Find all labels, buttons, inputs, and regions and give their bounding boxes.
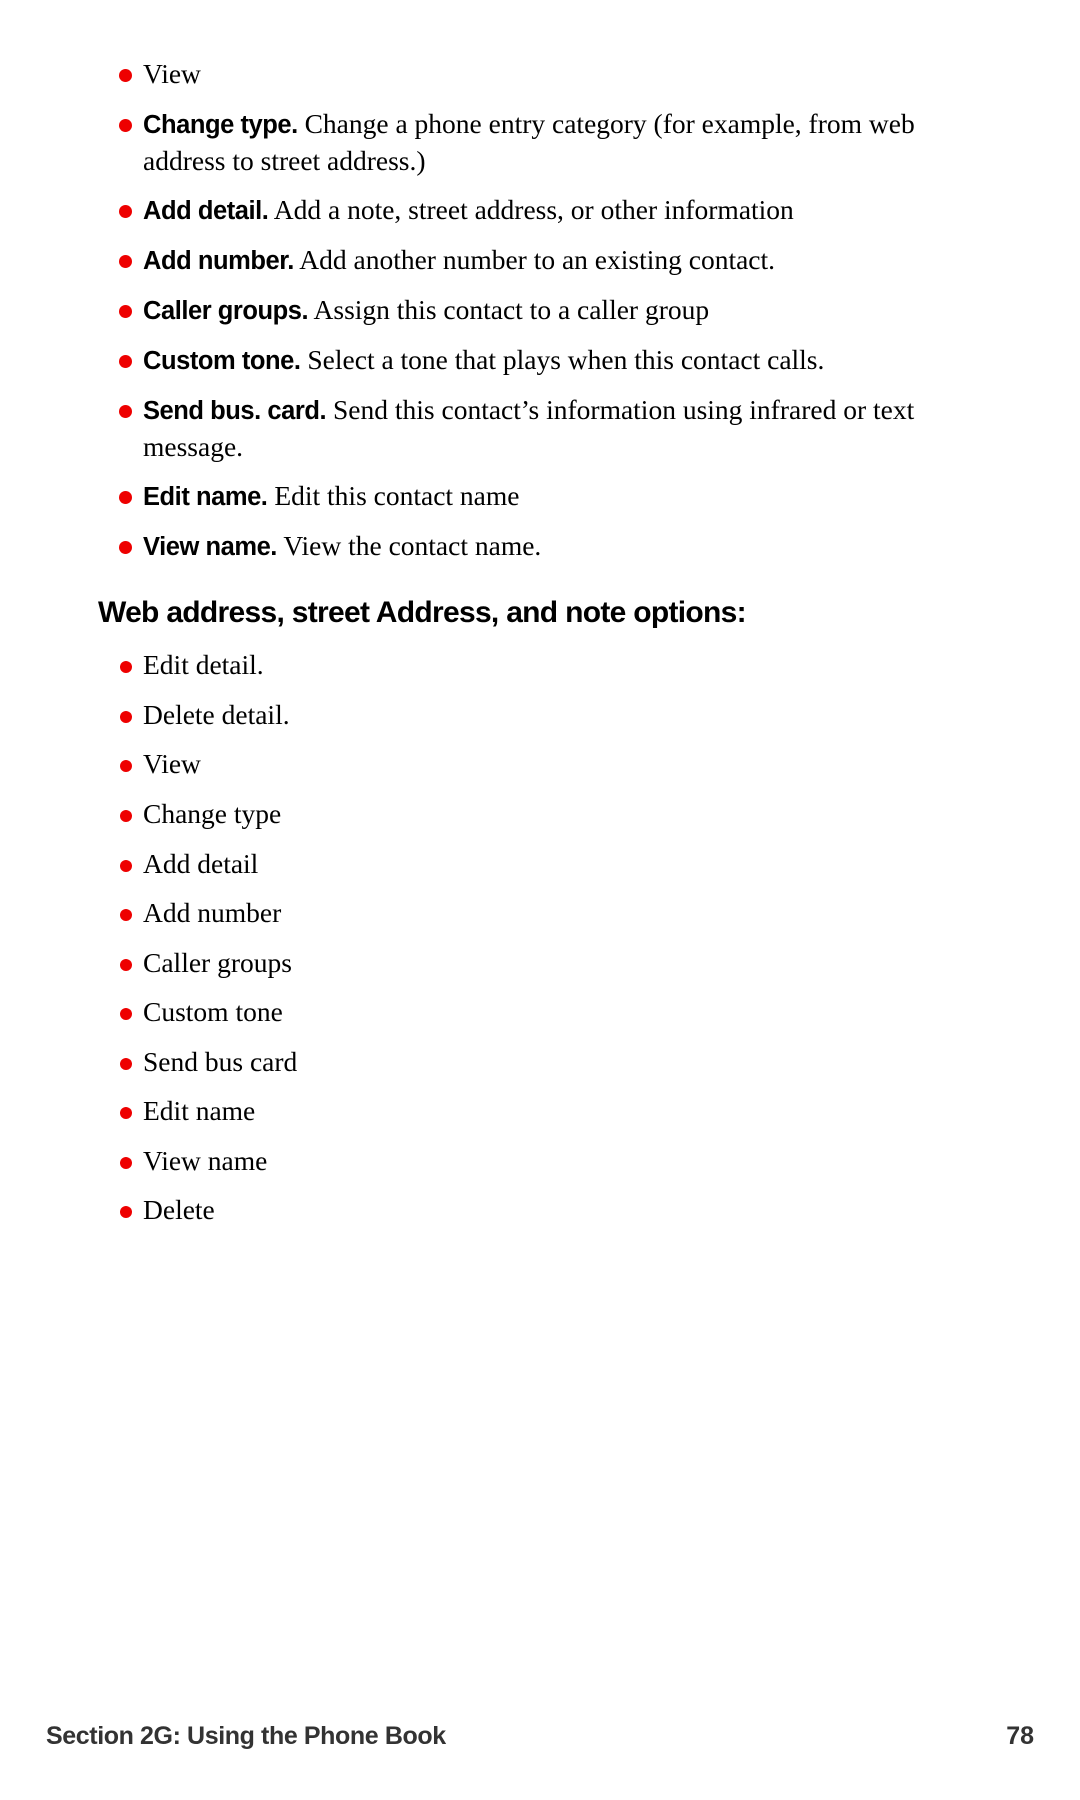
- list-item-body: Add a note, street address, or other inf…: [273, 194, 794, 226]
- bullet-icon: [120, 1107, 132, 1120]
- bullet-icon: [120, 859, 132, 872]
- list-item: Custom tone: [98, 994, 978, 1031]
- bullet-icon: [119, 305, 132, 319]
- list-item-text: Edit name: [143, 1095, 256, 1127]
- list-item-label: View name.: [143, 533, 277, 562]
- bullet-icon: [120, 760, 132, 773]
- list-item-text: Add detail: [143, 847, 259, 879]
- list-item: Delete detail.: [98, 697, 978, 734]
- bullet-icon: [120, 1057, 132, 1070]
- list-item-text: Custom tone: [143, 996, 283, 1028]
- list-item-label: Send bus. card.: [143, 397, 327, 425]
- bullet-icon: [120, 1008, 132, 1021]
- list-item: Edit detail.: [98, 647, 978, 684]
- footer-section-label: Section 2G: Using the Phone Book: [46, 1722, 446, 1750]
- list-item-text: View: [143, 748, 201, 780]
- list-item: Send bus. card. Send this contact’s info…: [98, 392, 978, 465]
- list-item-body: View the contact name.: [283, 530, 542, 562]
- list-item: Edit name: [98, 1093, 978, 1130]
- list-item-text: Edit detail.: [143, 649, 264, 681]
- list-item-body: Edit this contact name: [274, 480, 520, 512]
- list-item: View: [98, 746, 978, 783]
- bullet-icon: [119, 69, 132, 82]
- web-address-options-list: Edit detail. Delete detail. View Change …: [98, 647, 978, 1229]
- bullet-icon: [119, 205, 132, 219]
- list-item: View name. View the contact name.: [98, 528, 978, 565]
- list-item-text: Delete detail.: [143, 698, 290, 730]
- page-content: View Change type. Change a phone entry c…: [98, 56, 978, 1242]
- bullet-icon: [119, 255, 132, 269]
- list-item-body: Select a tone that plays when this conta…: [307, 344, 825, 376]
- list-item: Add detail. Add a note, street address, …: [98, 192, 978, 229]
- bullet-icon: [119, 118, 132, 132]
- bullet-icon: [119, 405, 132, 418]
- list-item: Caller groups. Assign this contact to a …: [98, 292, 978, 329]
- bullet-icon: [120, 958, 132, 971]
- bullet-icon: [119, 355, 132, 369]
- page-footer: Section 2G: Using the Phone Book 78: [46, 1722, 1034, 1762]
- list-item-text: Delete: [143, 1194, 215, 1226]
- list-item: Add number. Add another number to an exi…: [98, 242, 978, 279]
- section-heading: Web address, street Address, and note op…: [98, 596, 747, 630]
- list-item: Add number: [98, 895, 978, 932]
- list-item: View: [98, 56, 978, 93]
- list-item: Delete: [98, 1192, 978, 1229]
- list-item-text: View name: [143, 1144, 268, 1176]
- bullet-icon: [120, 710, 132, 723]
- document-page: View Change type. Change a phone entry c…: [0, 0, 1080, 1800]
- bullet-icon: [119, 541, 132, 555]
- list-item-label: Edit name.: [143, 483, 268, 512]
- bullet-icon: [120, 1206, 132, 1219]
- list-item-text: Add number: [143, 897, 282, 929]
- list-item-label: Caller groups.: [143, 297, 309, 326]
- contact-options-list: View Change type. Change a phone entry c…: [98, 56, 978, 565]
- list-item-body: View: [143, 58, 201, 89]
- list-item-label: Add detail.: [143, 197, 269, 226]
- list-item-label: Add number.: [143, 247, 294, 276]
- bullet-icon: [119, 491, 132, 505]
- bullet-icon: [120, 1156, 132, 1169]
- list-item-text: Change type: [143, 797, 282, 829]
- list-item: Caller groups: [98, 945, 978, 982]
- list-item: View name: [98, 1143, 978, 1180]
- list-item-text: Send bus card: [143, 1045, 298, 1077]
- list-item: Change type. Change a phone entry catego…: [98, 106, 978, 179]
- bullet-icon: [120, 661, 132, 674]
- list-item-body: Assign this contact to a caller group: [313, 294, 710, 326]
- list-item-label: Change type.: [143, 110, 298, 139]
- list-item-body: Add another number to an existing contac…: [299, 244, 776, 276]
- bullet-icon: [120, 809, 132, 822]
- list-item: Change type: [98, 796, 978, 833]
- footer-page-number: 78: [1006, 1722, 1034, 1750]
- list-item: Send bus card: [98, 1044, 978, 1081]
- list-item: Custom tone. Select a tone that plays wh…: [98, 342, 978, 379]
- list-item-label: Custom tone.: [143, 347, 301, 376]
- bullet-icon: [120, 909, 132, 922]
- list-item: Add detail: [98, 846, 978, 883]
- list-item: Edit name. Edit this contact name: [98, 478, 978, 515]
- list-item-text: Caller groups: [143, 946, 292, 978]
